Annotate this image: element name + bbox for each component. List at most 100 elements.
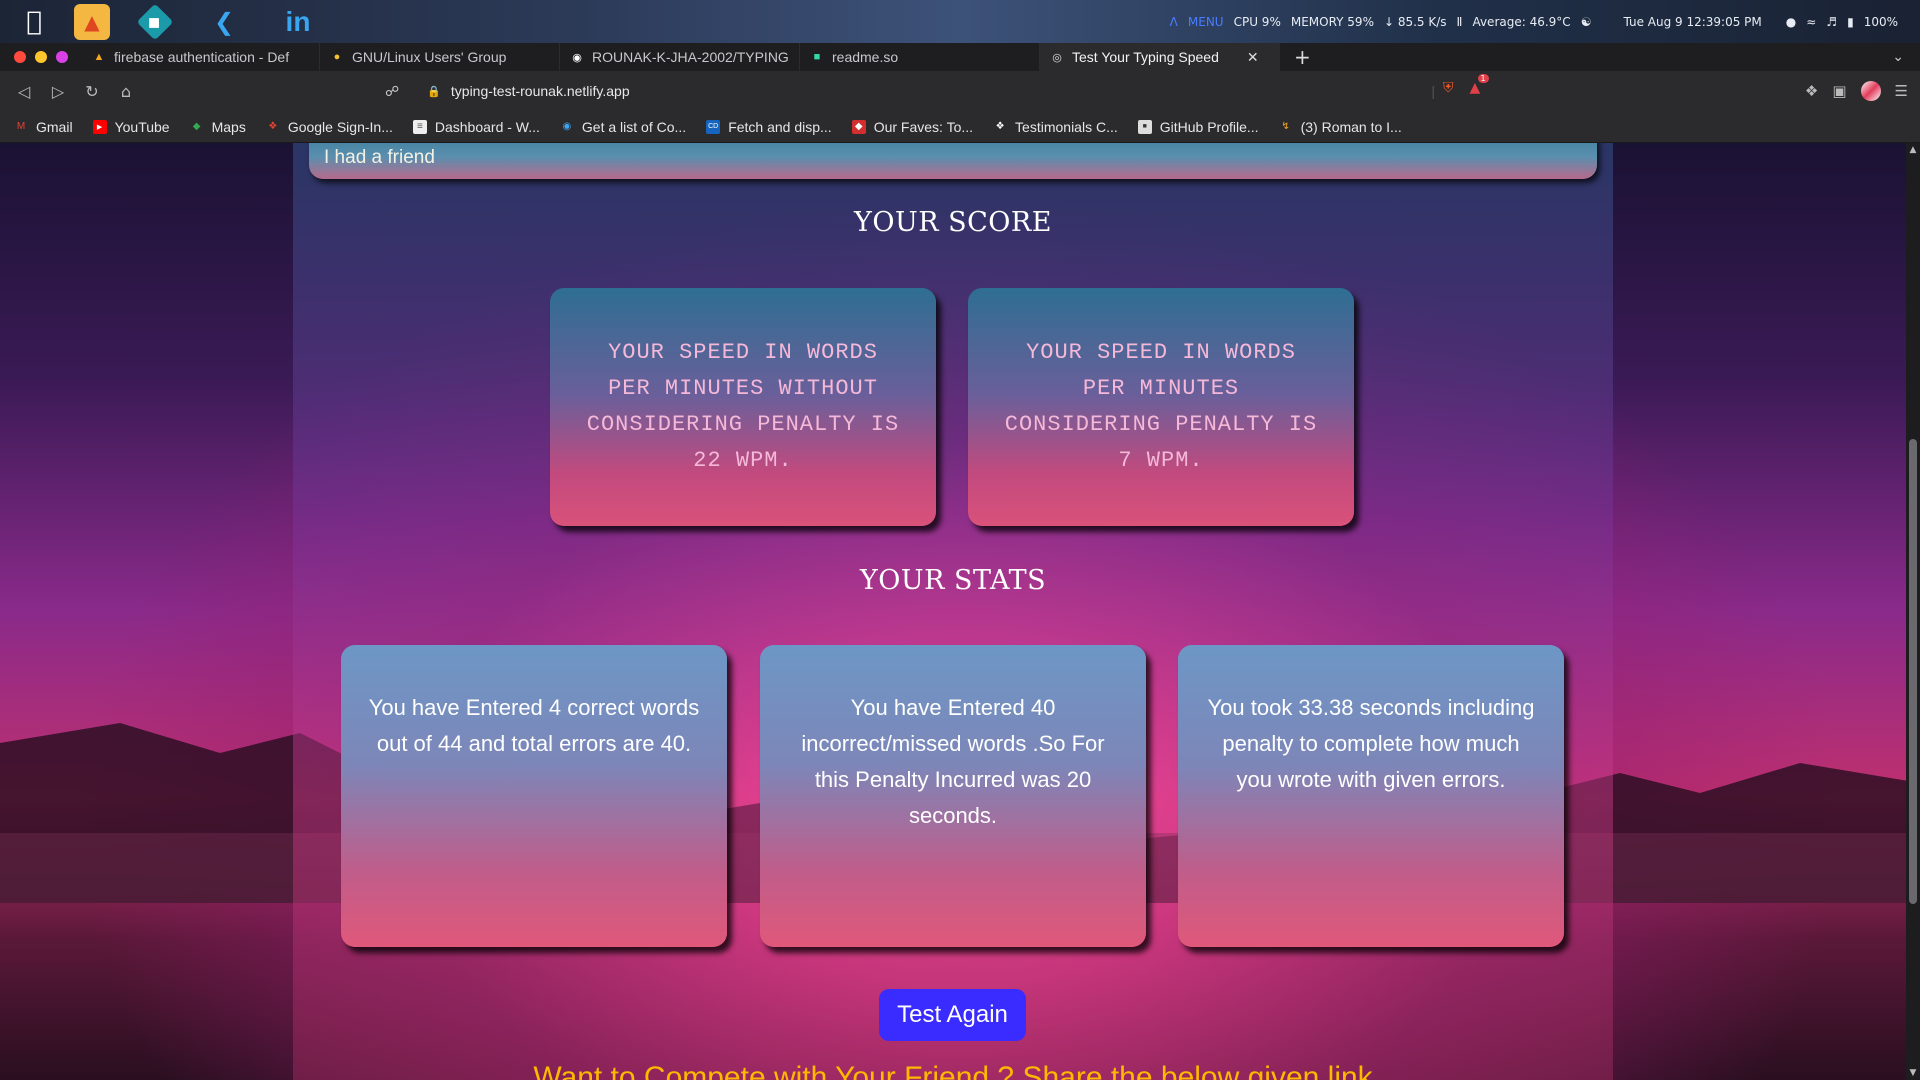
extensions-icon[interactable]: ❖ xyxy=(1805,82,1818,100)
bookmark-get-list[interactable]: ◉ Get a list of Co... xyxy=(560,118,687,135)
brave-rewards-icon[interactable]: ▲ 1 xyxy=(1470,74,1489,96)
page-viewport: I had a friend YOUR SCORE YOUR SPEED IN … xyxy=(0,143,1920,1080)
typed-text: I had a friend xyxy=(324,147,435,168)
maps-icon: ◆ xyxy=(192,121,201,132)
menu-hamburger-icon[interactable]: ☰ xyxy=(1895,82,1908,100)
test-again-button[interactable]: Test Again xyxy=(879,989,1026,1041)
bookmark-fetch[interactable]: CD Fetch and disp... xyxy=(706,119,832,135)
gmail-icon: M xyxy=(16,121,26,132)
stats-heading: YOUR STATS xyxy=(859,565,1047,596)
close-tab-icon[interactable]: ✕ xyxy=(1247,49,1259,66)
notification-dot-icon[interactable]: ● xyxy=(1786,15,1796,29)
bookmark-maps[interactable]: ◆ Maps xyxy=(190,119,246,135)
score-card-with-penalty: YOUR SPEED IN WORDS PER MINUTES CONSIDER… xyxy=(968,288,1354,526)
tab-gnu-linux[interactable]: ● GNU/Linux Users' Group xyxy=(320,43,560,71)
linkedin-icon[interactable]: in xyxy=(280,4,316,40)
globe-icon: ◎ xyxy=(1052,51,1062,64)
bookmark-roman[interactable]: ↯ (3) Roman to I... xyxy=(1279,119,1401,135)
reload-icon[interactable]: ↻ xyxy=(76,82,108,101)
kde-connect-icon[interactable]: ◆ xyxy=(136,3,174,40)
bookmarks-bar: M Gmail ▶ YouTube ◆ Maps ❖ Google Sign-In...… xyxy=(0,111,1920,143)
leetcode-icon: ↯ xyxy=(1281,121,1290,132)
page-scrollbar[interactable]: ▲ ▼ xyxy=(1906,143,1920,1080)
bookmark-testimonials[interactable]: ❖ Testimonials C... xyxy=(993,119,1118,135)
temperature-icon: Ⅱ xyxy=(1456,14,1463,29)
tab-github[interactable]: ◉ ROUNAK-K-JHA-2002/TYPING xyxy=(560,43,800,71)
bookmark-github-profile[interactable]: ■ GitHub Profile... xyxy=(1137,118,1259,135)
browser-toolbar: ◁ ▷ ↻ ⌂ ☍ 🔒 typing-test-rounak.netlify.a… xyxy=(0,71,1920,111)
bookmark-dashboard[interactable]: ≡ Dashboard - W... xyxy=(412,118,540,135)
cpu-usage: CPU 9% xyxy=(1233,14,1281,29)
bookmark-label: GitHub Profile... xyxy=(1159,118,1259,135)
new-tab-button[interactable]: + xyxy=(1294,45,1311,69)
stat-card-time-taken: You took 33.38 seconds including penalty… xyxy=(1178,645,1564,947)
chevron-down-icon[interactable]: ⌄ xyxy=(1892,49,1904,65)
vscode-icon[interactable]: ❮ xyxy=(206,4,242,40)
brave-browser-icon[interactable]: ▲ xyxy=(74,3,110,40)
battery-icon[interactable]: ▮ xyxy=(1847,15,1854,29)
scroll-up-icon[interactable]: ▲ xyxy=(1906,145,1920,155)
menu-icon[interactable]: Λ xyxy=(1170,15,1178,29)
bookmark-label: Maps xyxy=(211,118,246,135)
bookmark-google-sign-in[interactable]: ❖ Google Sign-In... xyxy=(266,119,393,135)
testimonials-icon: ❖ xyxy=(995,121,1005,132)
bookmark-label: Dashboard - W... xyxy=(434,118,540,135)
stat-card-correct-words: You have Entered 4 correct words out of … xyxy=(341,645,727,947)
readme-icon: ■ xyxy=(813,51,821,63)
scrollbar-thumb[interactable] xyxy=(1909,439,1917,904)
bookmark-label: Fetch and disp... xyxy=(728,118,832,135)
divider: | xyxy=(1431,83,1435,99)
volume-icon[interactable]: ♬ xyxy=(1826,15,1837,29)
score-card-without-penalty: YOUR SPEED IN WORDS PER MINUTES WITHOUT … xyxy=(550,288,936,526)
minimize-window-button[interactable] xyxy=(35,51,47,63)
globe-icon: ◉ xyxy=(562,121,572,132)
content-column: I had a friend YOUR SCORE YOUR SPEED IN … xyxy=(293,143,1613,1080)
tab-label: GNU/Linux Users' Group xyxy=(352,49,507,65)
bookmark-youtube[interactable]: ▶ YouTube xyxy=(92,118,170,135)
menu-label[interactable]: MENU xyxy=(1188,15,1224,29)
github-profile-icon: ■ xyxy=(1137,119,1152,134)
profile-avatar[interactable] xyxy=(1860,81,1881,101)
battery-level: 100% xyxy=(1863,14,1898,29)
tab-firebase[interactable]: ▲ firebase authentication - Def xyxy=(82,43,320,71)
page-icon: ≡ xyxy=(412,119,427,134)
system-top-bar:  ▲ ◆ ❮ in Λ MENU CPU 9% MEMORY 59% ↓ 85… xyxy=(0,0,1920,43)
close-window-button[interactable] xyxy=(14,51,26,63)
stat-text: You have Entered 4 correct words out of … xyxy=(368,695,700,756)
tab-label: ROUNAK-K-JHA-2002/TYPING xyxy=(592,49,789,65)
stat-text: You took 33.38 seconds including penalty… xyxy=(1207,695,1535,792)
bookmark-icon[interactable]: ☍ xyxy=(385,83,399,100)
wifi-icon[interactable]: ≈ xyxy=(1806,15,1816,29)
typed-text-box[interactable]: I had a friend xyxy=(309,143,1597,179)
url-text[interactable]: typing-test-rounak.netlify.app xyxy=(451,83,630,99)
stat-card-incorrect-words: You have Entered 40 incorrect/missed wor… xyxy=(760,645,1146,947)
apple-menu-icon[interactable]:  xyxy=(16,4,52,40)
tab-label: firebase authentication - Def xyxy=(114,49,290,65)
browser-tab-bar: ▲ firebase authentication - Def ● GNU/Li… xyxy=(0,43,1920,71)
share-link-heading: Want to Compete with Your Friend ? Share… xyxy=(533,1061,1373,1080)
bookmark-label: YouTube xyxy=(114,118,170,135)
youtube-icon: ▶ xyxy=(92,119,107,134)
bookmark-our-faves[interactable]: ◆ Our Faves: To... xyxy=(851,118,974,135)
score-text: YOUR SPEED IN WORDS PER MINUTES WITHOUT … xyxy=(586,340,900,473)
bookmark-label: Gmail xyxy=(36,118,73,135)
accessibility-icon[interactable]: ☯ xyxy=(1581,15,1592,29)
gnu-icon: ● xyxy=(333,51,341,63)
bookmark-gmail[interactable]: M Gmail xyxy=(14,119,73,135)
firebase-icon: ▲ xyxy=(93,51,105,63)
tab-typing-test[interactable]: ◎ Test Your Typing Speed ✕ xyxy=(1040,43,1280,71)
wallet-icon[interactable]: ▣ xyxy=(1832,82,1846,100)
brave-shields-icon[interactable]: ⛨ xyxy=(1443,80,1454,96)
back-icon[interactable]: ◁ xyxy=(8,82,40,101)
home-icon[interactable]: ⌂ xyxy=(110,82,142,101)
bookmark-label: Our Faves: To... xyxy=(873,118,974,135)
bookmark-label: Get a list of Co... xyxy=(581,118,687,135)
maximize-window-button[interactable] xyxy=(56,51,68,63)
forward-icon[interactable]: ▷ xyxy=(42,82,74,101)
toolbar-right: ❖ ▣ ☰ xyxy=(1805,71,1908,111)
scroll-down-icon[interactable]: ▼ xyxy=(1906,1068,1920,1078)
clock[interactable]: Tue Aug 9 12:39:05 PM xyxy=(1623,15,1761,29)
tab-readme[interactable]: ■ readme.so xyxy=(800,43,1040,71)
system-status-area: Λ MENU CPU 9% MEMORY 59% ↓ 85.5 K/s Ⅱ Av… xyxy=(1170,0,1898,43)
address-bar[interactable]: ☍ 🔒 typing-test-rounak.netlify.app | xyxy=(385,77,1435,105)
